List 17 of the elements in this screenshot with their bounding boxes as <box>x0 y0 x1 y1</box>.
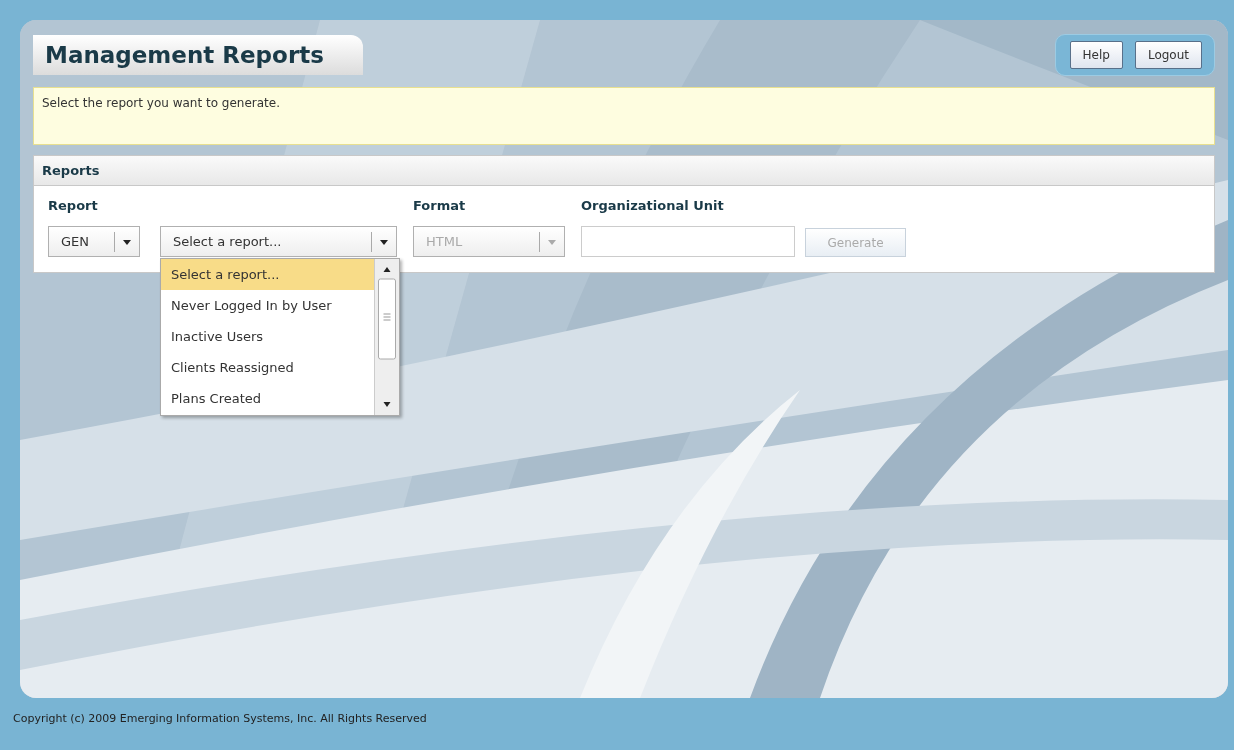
scrollbar[interactable] <box>374 259 399 415</box>
field-label: Organizational Unit <box>581 198 725 215</box>
field-label: Format <box>413 198 467 215</box>
panel-header: Reports <box>34 156 1214 186</box>
dropdown-option[interactable]: Plans Created <box>161 383 374 414</box>
header-button[interactable]: Logout <box>1134 41 1202 69</box>
input-field[interactable] <box>581 226 795 257</box>
dropdown-option[interactable]: Never Logged In by User <box>161 290 374 321</box>
field-label: Report <box>48 198 99 215</box>
page-title: Management Reports <box>33 35 363 75</box>
message-banner: Select the report you want to generate. <box>33 87 1215 145</box>
category-select[interactable]: GEN <box>48 226 140 257</box>
dropdown-option[interactable]: Select a report... <box>161 259 374 290</box>
header-button[interactable]: Help <box>1069 41 1123 69</box>
dropdown-option[interactable]: Clients Reassigned <box>161 352 374 383</box>
copyright-text: Copyright (c) 2009 Emerging Information Systems, Inc. All Rights Reserved <box>12 711 428 725</box>
dropdown-option[interactable]: Inactive Users <box>161 321 374 352</box>
